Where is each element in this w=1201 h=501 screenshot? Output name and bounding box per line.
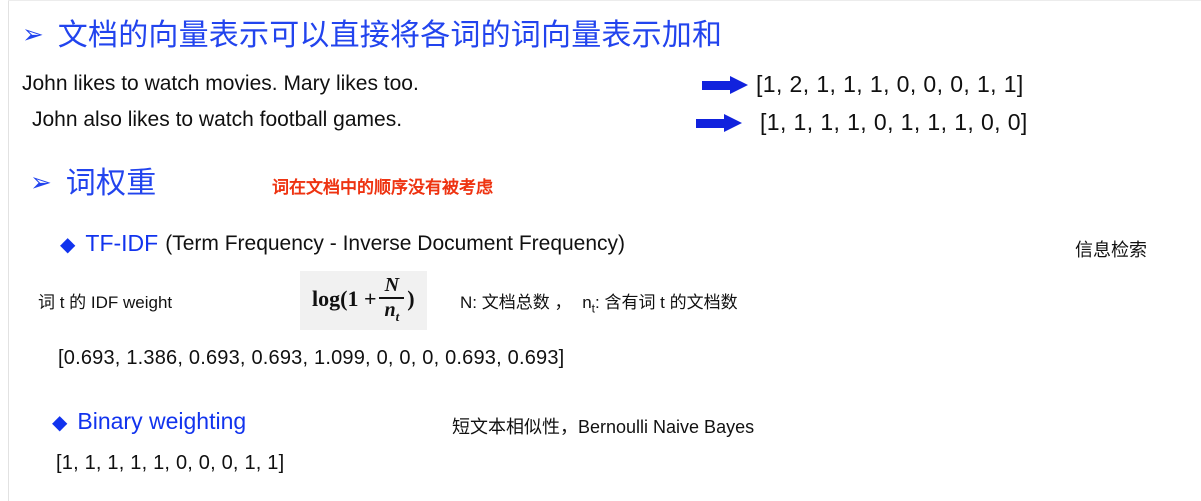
arrow-bullet-icon: ➢ <box>30 168 52 198</box>
right-arrow-icon <box>702 76 750 94</box>
heading-term-weight: ➢ 词权重 <box>30 158 156 202</box>
example-sentence-1: John likes to watch movies. Mary likes t… <box>22 72 419 95</box>
binary-vector: [1, 1, 1, 1, 1, 0, 0, 0, 1, 1] <box>56 452 285 474</box>
arrow-to-vector-2 <box>696 114 744 132</box>
heading-vector-sum-label: 文档的向量表示可以直接将各词的词向量表示加和 <box>57 19 723 52</box>
bow-vector-2: [1, 1, 1, 1, 0, 1, 1, 1, 0, 0] <box>760 109 1028 135</box>
tfidf-title: TF-IDF <box>85 230 159 256</box>
idf-symbol-description: N: 文档总数 ， nt: 含有词 t 的文档数 <box>460 288 738 315</box>
formula-suffix: ) <box>407 286 415 312</box>
order-ignored-note: 词在文档中的顺序没有被考虑 <box>272 178 493 197</box>
diamond-bullet-icon: ◆ <box>52 409 68 434</box>
formula-fraction: N nt <box>379 274 405 324</box>
tfidf-expansion: (Term Frequency - Inverse Document Frequ… <box>165 231 626 255</box>
top-edge-rule <box>8 0 1201 1</box>
heading-vector-sum: ➢ 文档的向量表示可以直接将各词的词向量表示加和 <box>22 10 722 54</box>
example-sentence-2: John also likes to watch football games. <box>32 108 403 131</box>
information-retrieval-note: 信息检索 <box>1075 240 1147 260</box>
idf-formula: log(1 + N nt ) <box>300 271 427 330</box>
binary-weighting-title: Binary weighting <box>77 408 247 434</box>
left-edge-rule <box>8 0 9 501</box>
heading-term-weight-label: 词权重 <box>65 167 157 200</box>
symbol-nt-desc: nt: 含有词 t 的文档数 <box>582 293 738 316</box>
binary-weighting-note: 短文本相似性，Bernoulli Naive Bayes <box>452 417 755 437</box>
arrow-to-vector-1 <box>702 76 750 94</box>
diamond-bullet-icon: ◆ <box>60 231 76 256</box>
idf-weight-label: 词 t 的 IDF weight <box>38 293 173 312</box>
arrow-bullet-icon: ➢ <box>22 20 44 50</box>
formula-numerator: N <box>384 274 400 296</box>
binary-weighting-heading: ◆ Binary weighting <box>52 408 246 435</box>
symbol-n-desc: N: 文档总数 ， <box>460 293 572 312</box>
tfidf-vector: [0.693, 1.386, 0.693, 0.693, 1.099, 0, 0… <box>58 347 565 369</box>
tfidf-heading: ◆ TF-IDF (Term Frequency - Inverse Docum… <box>60 230 625 257</box>
formula-denominator: nt <box>384 299 400 324</box>
bow-vector-1: [1, 2, 1, 1, 1, 0, 0, 0, 1, 1] <box>756 71 1024 97</box>
formula-prefix: log(1 + <box>312 286 377 312</box>
right-arrow-icon <box>696 114 744 132</box>
